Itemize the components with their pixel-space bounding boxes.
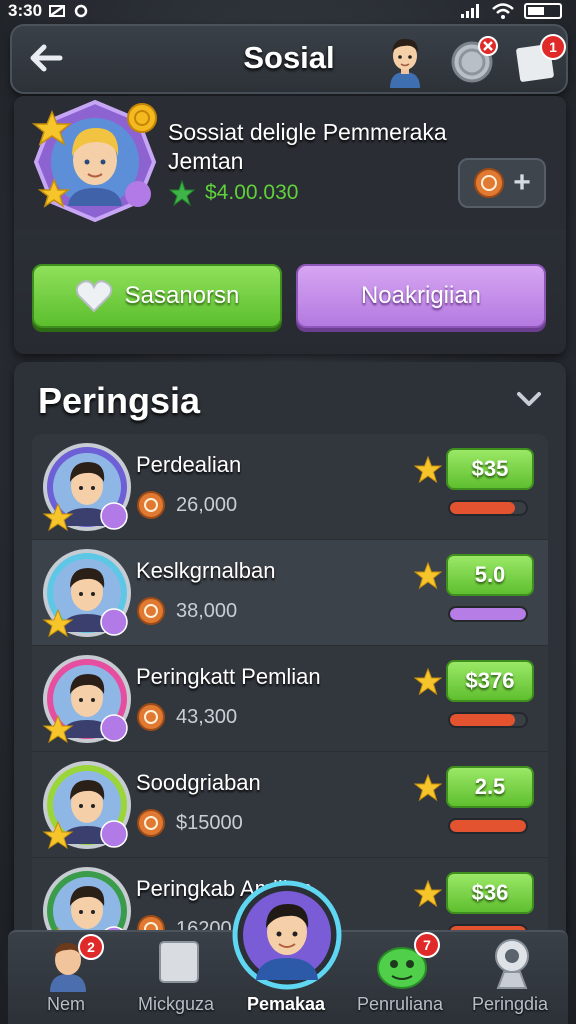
nav-item-mickguza[interactable]: Mickguza — [124, 932, 228, 1024]
star-icon — [414, 456, 442, 484]
player-score: 26,000 — [136, 490, 237, 520]
notification-badge: 1 — [540, 34, 566, 60]
coin-button[interactable] — [448, 34, 500, 86]
primary-action-button[interactable]: Sasanorsn — [32, 264, 282, 328]
score-value: 43,300 — [176, 705, 238, 728]
player-name: Perdealian — [136, 452, 242, 477]
score-coin-icon — [137, 597, 165, 625]
star-icon — [414, 880, 442, 908]
user-avatar-icon[interactable] — [382, 32, 428, 88]
leaderboard-title: Peringsia — [38, 380, 201, 421]
score-coin-icon — [137, 491, 165, 519]
player-name: Peringkatt Pemlian — [136, 664, 321, 689]
primary-action-label: Sasanorsn — [124, 282, 240, 309]
leaderboard-row[interactable]: Peringkatt Pemlian 43,300 $376 — [32, 646, 548, 752]
progress-bar — [448, 606, 528, 622]
silver-coin-icon — [451, 36, 498, 83]
progress-fill — [450, 502, 515, 514]
profile-card: Sossiat deligle Pemmeraka Jemtan $4.00.0… — [14, 96, 566, 354]
player-score: 43,300 — [136, 702, 237, 732]
player-avatar — [42, 443, 131, 532]
score-value: 38,000 — [176, 599, 238, 622]
top-bar: Sosial 1 — [10, 24, 568, 94]
no-signal-icon — [49, 4, 66, 18]
cell-signal-icon — [461, 4, 479, 18]
value-button[interactable]: $35 — [446, 448, 534, 490]
leaderboard-panel: Peringsia Perdealian 26,000 $35 Keslkgrn… — [14, 362, 566, 942]
active-avatar-icon — [232, 880, 342, 990]
star-icon — [414, 562, 442, 590]
value-button[interactable]: $36 — [446, 872, 534, 914]
green-star-icon — [169, 180, 195, 206]
secondary-action-label: Noakrigiian — [360, 282, 482, 309]
clock: 3:30 — [8, 1, 43, 20]
leaderboard-list: Perdealian 26,000 $35 Keslkgrnalban 38,0… — [32, 434, 548, 942]
player-avatar — [42, 655, 131, 744]
nav-label: Pemakaa — [246, 994, 326, 1014]
score-coin-icon — [137, 703, 165, 731]
leaderboard-row[interactable]: Soodgriaban $15000 2.5 — [32, 752, 548, 858]
score-coin-icon — [137, 809, 165, 837]
battery-icon — [524, 3, 562, 19]
player-score: 38,000 — [136, 596, 237, 626]
heart-icon — [75, 280, 112, 313]
nav-label: Nem — [46, 994, 85, 1014]
player-score: $15000 — [136, 808, 243, 838]
profile-avatar[interactable] — [30, 98, 160, 224]
cards-icon — [159, 941, 199, 983]
nav-item-penruliana[interactable]: 7 Penruliana — [348, 932, 452, 1024]
wifi-icon — [492, 3, 514, 19]
nav-label: Penruliana — [356, 994, 444, 1014]
bottom-nav: 2 Nem Mickguza Pemakaa 7 Penruliana Peri… — [8, 880, 568, 1024]
add-currency-button[interactable]: + — [458, 158, 546, 208]
profile-money: $4.00.030 — [169, 180, 298, 206]
player-name: Keslkgrnalban — [136, 558, 276, 583]
value-button[interactable]: 5.0 — [446, 554, 534, 596]
progress-bar — [448, 712, 528, 728]
profile-header: Sossiat deligle Pemmeraka Jemtan $4.00.0… — [14, 96, 566, 230]
score-value: 26,000 — [176, 493, 238, 516]
nav-label: Peringdia — [471, 994, 549, 1014]
player-avatar — [42, 549, 131, 638]
nav-badge: 2 — [78, 934, 104, 960]
player-name: Soodgriaban — [136, 770, 261, 795]
money-value: $4.00.030 — [205, 181, 299, 204]
nav-item-pemakaa[interactable]: Pemakaa — [232, 880, 342, 1024]
nav-item-peringdia[interactable]: Peringdia — [458, 932, 562, 1024]
chevron-down-icon[interactable] — [514, 384, 544, 414]
star-icon — [414, 668, 442, 696]
progress-bar — [448, 500, 528, 516]
value-button[interactable]: $376 — [446, 660, 534, 702]
social-screen: 3:30 Sosial 1 Sossiat deligle Pemmeraka … — [0, 0, 576, 1024]
progress-fill — [450, 608, 526, 620]
progress-fill — [450, 820, 526, 832]
sync-icon — [74, 4, 88, 18]
status-bar: 3:30 — [0, 0, 576, 22]
bronze-coin-icon — [474, 168, 505, 198]
secondary-action-button[interactable]: Noakrigiian — [296, 264, 546, 328]
leaderboard-row[interactable]: Perdealian 26,000 $35 — [32, 434, 548, 540]
progress-bar — [448, 818, 528, 834]
score-value: $15000 — [176, 811, 243, 834]
notification-button[interactable]: 1 — [510, 32, 566, 86]
player-avatar — [42, 761, 131, 850]
progress-fill — [450, 714, 515, 726]
nav-badge: 7 — [414, 932, 440, 958]
star-icon — [414, 774, 442, 802]
nav-label: Mickguza — [137, 994, 215, 1014]
webcam-icon — [495, 939, 529, 989]
leaderboard-row[interactable]: Keslkgrnalban 38,000 5.0 — [32, 540, 548, 646]
plus-icon: + — [513, 166, 531, 199]
value-button[interactable]: 2.5 — [446, 766, 534, 808]
nav-item-nem[interactable]: 2 Nem — [14, 932, 118, 1024]
